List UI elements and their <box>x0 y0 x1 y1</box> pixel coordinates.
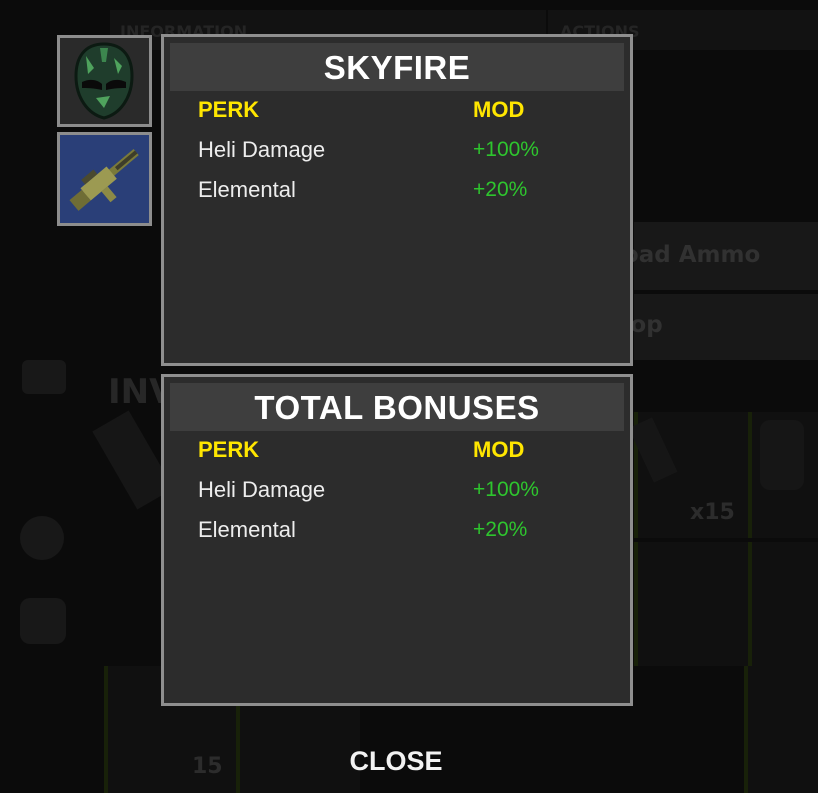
item-slot-mask[interactable] <box>57 35 152 127</box>
perk-column-header: PERK <box>198 437 260 462</box>
perk-name: Heli Damage <box>198 477 326 502</box>
perk-mod-value: +20% <box>473 518 528 541</box>
item-slot-weapon[interactable] <box>57 132 152 226</box>
metal-facemask-icon <box>74 42 134 120</box>
perk-mod-value: +20% <box>473 178 528 201</box>
perk-column-header: PERK <box>198 97 260 122</box>
perk-name: Elemental <box>198 177 296 202</box>
total-bonuses-panel: TOTAL BONUSES PERK MOD Heli Damage +100%… <box>161 374 633 706</box>
perk-name: Elemental <box>198 517 296 542</box>
set-bonus-panel: SKYFIRE PERK MOD Heli Damage +100% Eleme… <box>161 34 633 366</box>
m249-rifle-icon <box>69 148 139 211</box>
mod-column-header: MOD <box>473 437 525 462</box>
set-title: SKYFIRE <box>170 43 624 91</box>
perk-mod-value: +100% <box>473 478 539 501</box>
perk-mod-value: +100% <box>473 138 539 161</box>
perk-name: Heli Damage <box>198 137 326 162</box>
mod-column-header: MOD <box>473 97 525 122</box>
close-button[interactable]: CLOSE <box>340 742 452 780</box>
total-bonuses-title: TOTAL BONUSES <box>170 383 624 431</box>
